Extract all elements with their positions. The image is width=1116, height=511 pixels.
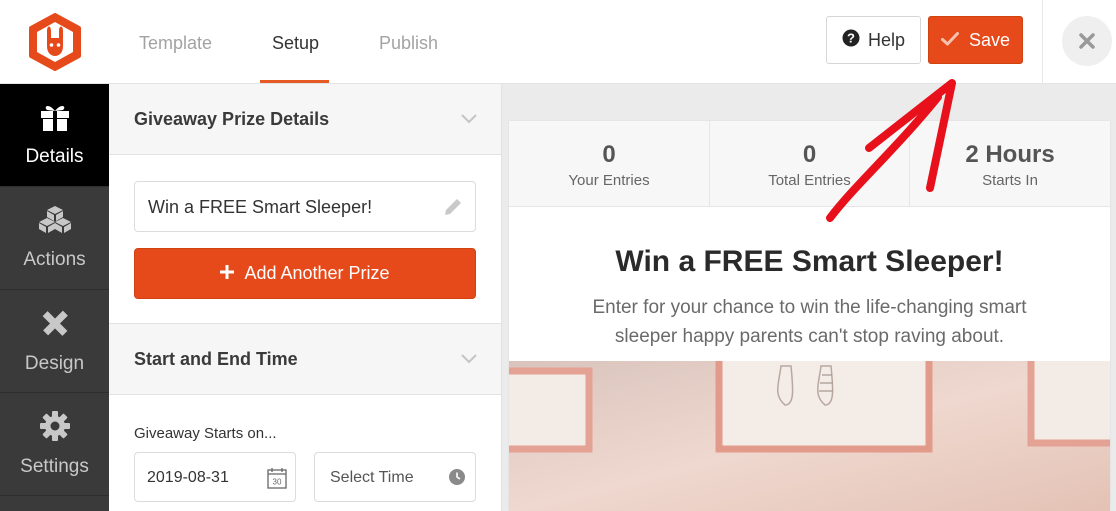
stat-value: 2 Hours (965, 141, 1055, 168)
prize-section-header[interactable]: Giveaway Prize Details (109, 84, 501, 155)
giveaway-title: Win a FREE Smart Sleeper! (615, 245, 1004, 278)
add-another-prize-button[interactable]: Add Another Prize (134, 248, 476, 299)
start-time-field[interactable]: Select Time (314, 452, 476, 502)
chevron-down-icon[interactable] (461, 111, 477, 129)
section-title: Giveaway Prize Details (134, 109, 330, 129)
gear-icon (39, 410, 71, 448)
stat-starts-in: 2 Hours Starts In (909, 121, 1110, 207)
stat-your-entries: 0 Your Entries (509, 121, 709, 207)
gift-icon (39, 102, 71, 138)
sidebar-item-actions[interactable]: Actions (0, 187, 109, 290)
starts-on-label: Giveaway Starts on... (134, 425, 277, 442)
stat-value: 0 (602, 141, 616, 168)
sidebar-item-design[interactable]: Design (0, 290, 109, 393)
check-icon (940, 30, 959, 51)
calendar-icon[interactable]: 30 (267, 467, 287, 494)
prize-name-value: Win a FREE Smart Sleeper! (148, 197, 373, 217)
plus-icon (220, 263, 235, 284)
tab-publish[interactable]: Publish (379, 0, 438, 84)
tab-setup[interactable]: Setup (272, 0, 319, 84)
sidebar-item-details[interactable]: Details (0, 84, 109, 187)
pencil-icon[interactable] (443, 197, 463, 222)
start-date-field[interactable]: 2019-08-31 30 (134, 452, 296, 502)
save-label: Save (968, 29, 1011, 50)
tab-template[interactable]: Template (139, 0, 212, 84)
stat-label: Starts In (982, 172, 1038, 189)
sidebar-item-settings[interactable]: Settings (0, 393, 109, 496)
add-prize-label: Add Another Prize (244, 263, 390, 283)
start-time-placeholder: Select Time (330, 469, 414, 486)
svg-text:?: ? (847, 30, 855, 45)
chevron-down-icon[interactable] (461, 351, 477, 369)
top-bar: Template Setup Publish ? Help Save (0, 0, 1116, 84)
sidebar-item-label: Design (24, 353, 85, 374)
prize-section-body: Win a FREE Smart Sleeper! Add Another Pr… (109, 155, 501, 324)
cubes-icon (38, 205, 72, 241)
sidebar-item-label: Settings (20, 456, 89, 477)
pencil-ruler-icon (39, 307, 71, 345)
stat-value: 0 (802, 141, 817, 168)
giveaway-description: Enter for your chance to win the life-ch… (592, 297, 1027, 347)
start-date-value: 2019-08-31 (147, 469, 229, 486)
time-section-body: Giveaway Starts on... 2019-08-31 30 Sele… (109, 395, 501, 511)
calendar-day: 30 (273, 478, 282, 487)
prize-name-field[interactable]: Win a FREE Smart Sleeper! (134, 181, 476, 232)
settings-panel: Giveaway Prize Details Win a FREE Smart … (109, 84, 502, 511)
stat-label: Your Entries (568, 172, 650, 189)
time-section-header[interactable]: Start and End Time (109, 324, 501, 395)
entry-stats: 0 Your Entries 0 Total Entries 2 Hours S… (509, 121, 1110, 207)
hero-image (509, 361, 1110, 511)
sidebar-item-label: Details (25, 146, 84, 167)
giveaway-preview-card: 0 Your Entries 0 Total Entries 2 Hours S… (509, 121, 1110, 511)
stat-total-entries: 0 Total Entries (709, 121, 909, 207)
close-icon (1078, 25, 1096, 57)
save-button[interactable]: Save (928, 16, 1023, 64)
active-tab-indicator (260, 80, 329, 83)
sidebar-item-label: Actions (23, 249, 86, 270)
left-sidebar: Details Actions Design Settings (0, 84, 109, 511)
section-title: Start and End Time (134, 349, 298, 369)
stat-label: Total Entries (768, 172, 851, 189)
clock-icon (449, 469, 465, 490)
help-button[interactable]: ? Help (826, 16, 921, 64)
question-circle-icon: ? (842, 29, 860, 52)
rabbit-logo[interactable] (0, 0, 109, 84)
close-button[interactable] (1062, 16, 1112, 66)
help-label: Help (867, 29, 906, 50)
